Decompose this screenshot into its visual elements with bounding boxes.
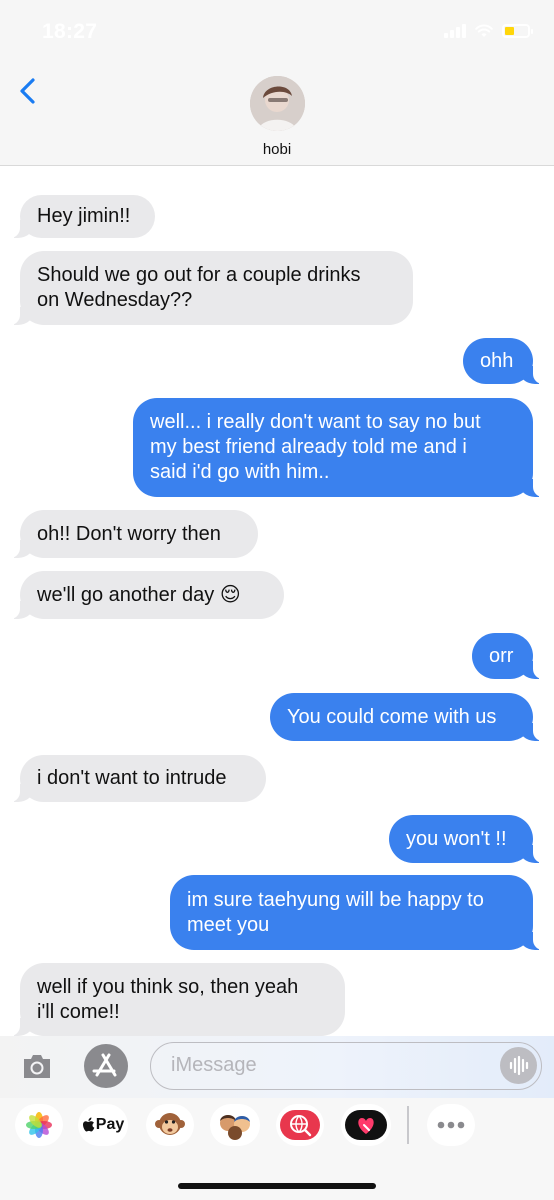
composer-bar [0,1036,554,1098]
app-store-button[interactable] [84,1044,128,1088]
message-text: i don't want to intrude [37,767,227,789]
message-text: well... i really don't want to say no bu… [150,411,481,483]
message-text: im sure taehyung will be happy to meet y… [187,888,484,936]
apple-pay-button[interactable]: Pay [78,1104,128,1146]
message-text: you won't !! [406,827,507,850]
avatar-photo [250,76,305,131]
photos-icon [26,1112,52,1138]
cellular-signal-icon [444,24,466,38]
wifi-icon [475,24,493,37]
status-icons [444,24,533,38]
web-search-button[interactable] [276,1104,324,1146]
digital-touch-button[interactable] [341,1104,391,1146]
battery-icon [502,24,533,38]
heart-touch-icon [345,1110,387,1140]
message-input[interactable] [171,1043,491,1088]
incoming-message-bubble[interactable]: Hey jimin!! [10,195,155,238]
more-icon [437,1121,465,1129]
monkey-icon [155,1113,185,1135]
message-text: oh!! Don't worry then [37,522,221,545]
outgoing-message-bubble[interactable]: orr [472,633,543,679]
memoji-stickers-button[interactable] [210,1104,260,1146]
status-time: 18:27 [42,20,98,43]
apple-pay-label: Pay [95,1116,125,1133]
message-text: well if you think so, then yeah i'll com… [37,975,299,1023]
message-text: ohh [480,349,514,372]
conversation-header: 18:27 hobi [0,0,554,166]
outgoing-message-bubble[interactable]: you won't !! [389,815,543,863]
contact-avatar[interactable] [250,76,305,131]
home-indicator[interactable] [178,1183,376,1189]
message-text: we'll go another day 😌 [37,583,241,606]
outgoing-message-bubble[interactable]: You could come with us [270,693,543,741]
message-text: Should we go out for a couple drinks on … [37,264,361,311]
message-thread: Hey jimin!! Should we go out for a coupl… [0,166,554,1036]
incoming-message-bubble[interactable]: well if you think so, then yeah i'll com… [10,963,345,1036]
incoming-message-bubble[interactable]: Should we go out for a couple drinks on … [10,251,413,325]
message-text: Hey jimin!! [37,205,131,227]
app-drawer: Pay [0,1104,554,1150]
back-chevron-icon[interactable] [14,74,44,108]
message-text: You could come with us [287,705,497,728]
composer-area: Pay [0,1036,554,1200]
more-apps-button[interactable] [427,1104,475,1146]
incoming-message-bubble[interactable]: i don't want to intrude [10,755,266,802]
app-store-icon [92,1053,117,1077]
audio-message-button[interactable] [500,1047,537,1084]
globe-search-icon [280,1110,320,1140]
outgoing-message-bubble[interactable]: ohh [463,338,543,384]
animoji-button[interactable] [146,1104,194,1146]
photos-app-button[interactable] [15,1104,63,1146]
camera-icon[interactable] [20,1049,54,1083]
app-drawer-divider [407,1106,409,1144]
contact-name[interactable]: hobi [0,141,554,158]
incoming-message-bubble[interactable]: we'll go another day 😌 [10,571,284,619]
apple-logo-icon [82,1117,95,1132]
incoming-message-bubble[interactable]: oh!! Don't worry then [10,510,258,558]
waveform-icon [509,1055,529,1076]
message-text: orr [489,644,514,667]
outgoing-message-bubble[interactable]: im sure taehyung will be happy to meet y… [170,875,543,950]
outgoing-message-bubble[interactable]: well... i really don't want to say no bu… [133,398,543,497]
memoji-icon [220,1115,250,1140]
message-input-wrapper [150,1042,542,1090]
